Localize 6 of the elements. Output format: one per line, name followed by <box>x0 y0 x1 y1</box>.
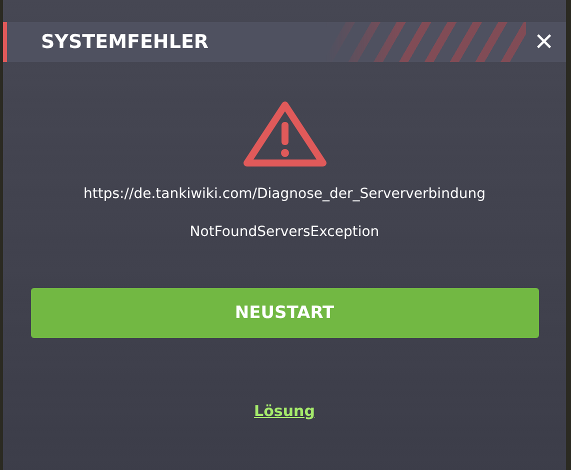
close-button[interactable]: ✕ <box>530 28 558 56</box>
error-name: NotFoundServersException <box>190 224 380 240</box>
solution-link[interactable]: Lösung <box>254 402 315 420</box>
help-url: https://de.tankiwiki.com/Diagnose_der_Serververbindung <box>84 186 486 202</box>
warning-icon <box>242 100 328 168</box>
dialog-title: SYSTEMFEHLER <box>41 31 209 53</box>
